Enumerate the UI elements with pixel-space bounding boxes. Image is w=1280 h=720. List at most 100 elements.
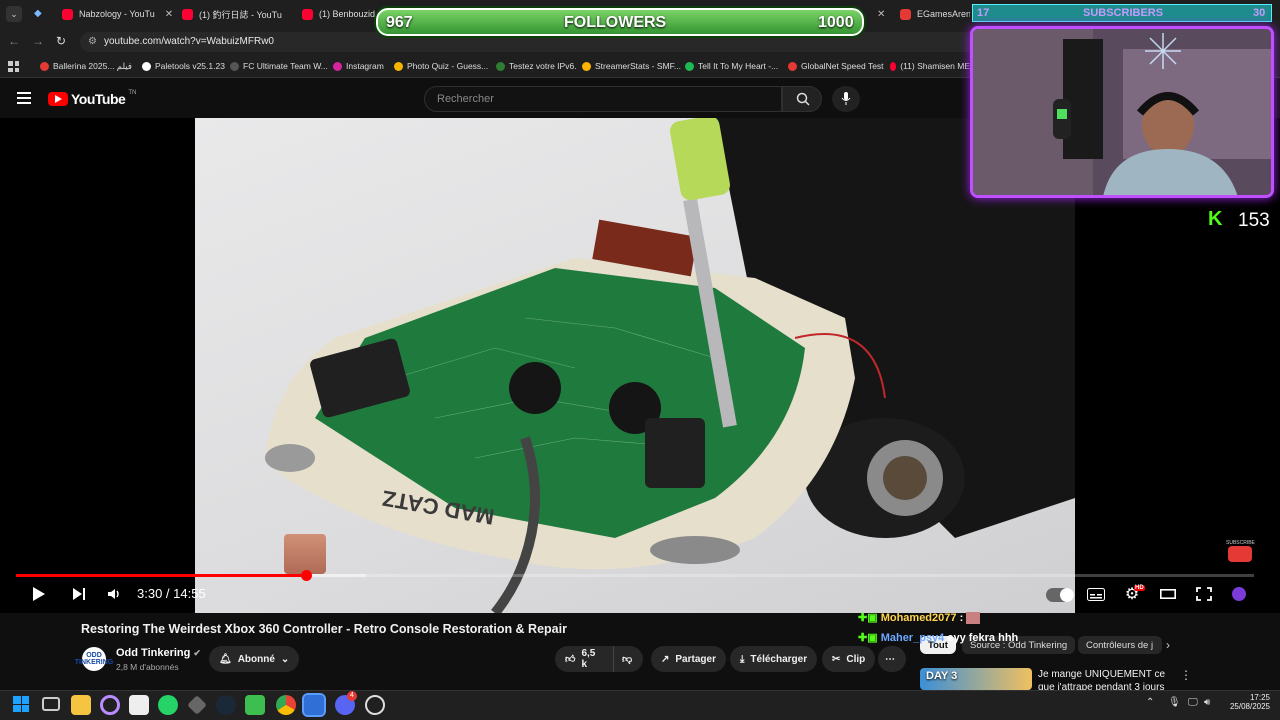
subtitles-button[interactable] bbox=[1085, 584, 1107, 604]
download-button[interactable]: ⤓ Télécharger bbox=[730, 646, 818, 672]
app-icon[interactable] bbox=[245, 695, 265, 715]
bookmark-shamisen[interactable]: (11) Shamisen ME bbox=[890, 61, 970, 71]
bookmark-ipv6-test[interactable]: Testez votre IPv6. bbox=[496, 61, 577, 71]
discord-icon[interactable]: 4 bbox=[335, 691, 357, 715]
search-button[interactable] bbox=[782, 86, 822, 112]
site-info-icon[interactable]: ⚙ bbox=[88, 36, 97, 47]
fullscreen-button[interactable] bbox=[1193, 584, 1215, 604]
followers-label: FOLLOWERS bbox=[564, 14, 667, 31]
chat-badge-icon: ✚▣ bbox=[858, 632, 878, 644]
steam-icon[interactable] bbox=[216, 695, 236, 715]
progress-scrubber-handle[interactable] bbox=[300, 570, 312, 581]
skip-next-icon bbox=[73, 588, 85, 600]
more-actions-button[interactable]: ⋯ bbox=[878, 646, 906, 672]
tab-search-button[interactable]: ⌄ bbox=[6, 6, 22, 22]
channel-avatar-text: ODD TINKERING bbox=[74, 652, 114, 666]
recommendation-title[interactable]: Je mange UNIQUEMENT ce que j'attrape pen… bbox=[1038, 668, 1174, 690]
bookmark-photo-quiz[interactable]: Photo Quiz - Guess... bbox=[394, 61, 488, 71]
next-video-button[interactable] bbox=[68, 584, 90, 604]
bookmark-instagram[interactable]: Instagram bbox=[333, 61, 384, 71]
tab-fishing-log[interactable]: (1) 釣行日誌 - YouTu ✕ bbox=[182, 4, 292, 24]
bookmark-icon bbox=[394, 61, 403, 71]
chip-controllers[interactable]: Contrôleurs de j bbox=[1078, 636, 1162, 654]
tab-benbouzid[interactable]: (1) Benbouzid tv bbox=[302, 4, 376, 24]
windows-start-icon[interactable] bbox=[13, 696, 29, 712]
dislike-button[interactable]: 👎︎ bbox=[613, 646, 643, 672]
obs-app-icon[interactable] bbox=[100, 695, 120, 715]
reload-icon[interactable]: ↻ bbox=[56, 34, 66, 48]
subscriber-count: 2,8 M d'abonnés bbox=[116, 662, 179, 672]
share-button[interactable]: ↗ Partager bbox=[651, 646, 726, 672]
volume-tray-icon[interactable]: 🔊︎ bbox=[1204, 697, 1210, 708]
tab-egamesarena[interactable]: EGamesArena bbox=[900, 4, 970, 24]
chip-label: Contrôleurs de j bbox=[1086, 639, 1154, 651]
active-app-icon[interactable] bbox=[302, 693, 326, 717]
recommendation-menu-icon[interactable]: ⋮ bbox=[1180, 668, 1192, 682]
apps-grid-icon[interactable] bbox=[8, 61, 19, 72]
close-tab-icon[interactable]: ✕ bbox=[877, 9, 885, 20]
hamburger-menu-icon[interactable] bbox=[17, 92, 31, 104]
search-input[interactable]: Rechercher bbox=[424, 86, 782, 112]
extension-button[interactable] bbox=[1228, 584, 1250, 604]
app-icon[interactable] bbox=[365, 695, 385, 715]
theater-mode-icon bbox=[1160, 589, 1176, 599]
chrome-icon[interactable] bbox=[276, 695, 296, 715]
subscribed-label: Abonné bbox=[237, 653, 275, 665]
instagram-icon bbox=[333, 61, 342, 71]
bookmark-ballerina[interactable]: Ballerina 2025... فيلم bbox=[40, 61, 132, 72]
forward-arrow-icon[interactable]: → bbox=[32, 34, 44, 48]
tray-overflow-icon[interactable]: ⌃ bbox=[1146, 697, 1154, 708]
channel-name-link[interactable]: Odd Tinkering ✔ bbox=[116, 647, 201, 659]
subscribers-goal-bar: 17 SUBSCRIBERS 30 bbox=[972, 4, 1272, 22]
tab-label: (1) 釣行日誌 - YouTu bbox=[199, 9, 282, 20]
subscribers-label: SUBSCRIBERS bbox=[1083, 7, 1164, 19]
bookmark-label: StreamerStats - SMF... bbox=[595, 61, 681, 71]
theater-mode-button[interactable] bbox=[1157, 584, 1179, 604]
whatsapp-icon[interactable] bbox=[158, 695, 178, 715]
taskbar-clock[interactable]: 17:25 25/08/2025 bbox=[1226, 693, 1270, 711]
youtube-logo[interactable]: YouTube TN bbox=[48, 90, 136, 107]
recommendation-thumbnail[interactable]: DAY 3 bbox=[920, 668, 1032, 690]
bookmark-label: Testez votre IPv6. bbox=[509, 61, 577, 71]
bookmark-streamerstats[interactable]: StreamerStats - SMF... bbox=[582, 61, 681, 71]
subscribed-button[interactable]: 🔔︎ Abonné ⌄ bbox=[209, 646, 300, 672]
network-icon[interactable]: 🖵 bbox=[1188, 697, 1198, 708]
settings-button[interactable]: ⚙ HD bbox=[1121, 584, 1145, 604]
close-tab-icon[interactable]: ✕ bbox=[165, 9, 172, 20]
play-button[interactable] bbox=[28, 584, 50, 604]
tab-nabzology[interactable]: Nabzology - YouTu ✕ bbox=[62, 4, 172, 24]
like-button[interactable]: 👍︎ 6,5 k bbox=[555, 646, 613, 672]
file-explorer-icon[interactable] bbox=[71, 695, 91, 715]
chat-username: Mohamed2077 bbox=[880, 612, 957, 624]
spotify-icon bbox=[685, 61, 694, 71]
search-placeholder: Rechercher bbox=[437, 93, 494, 105]
mute-button[interactable] bbox=[103, 584, 125, 604]
bookmark-globalnet-speed-test[interactable]: GlobalNet Speed Test bbox=[788, 61, 884, 71]
bookmark-fc-ultimate-team[interactable]: FC Ultimate Team W... bbox=[230, 61, 328, 71]
share-label: Partager bbox=[675, 653, 716, 665]
youtube-favicon-icon bbox=[182, 8, 193, 20]
autoplay-toggle[interactable] bbox=[1046, 588, 1074, 602]
microphone-tray-icon[interactable]: 🎙︎ bbox=[1168, 697, 1181, 708]
youtube-favicon-icon bbox=[62, 8, 73, 20]
bookmark-label: Instagram bbox=[346, 61, 384, 71]
thumbs-down-icon: 👎︎ bbox=[622, 654, 633, 665]
youtube-favicon-icon bbox=[302, 8, 313, 20]
app-icon[interactable] bbox=[129, 695, 149, 715]
youtube-play-logo-icon bbox=[48, 92, 68, 106]
chips-next-arrow-icon[interactable]: › bbox=[1166, 638, 1170, 652]
bookmark-paletools[interactable]: Paletools v25.1.23 bbox=[142, 61, 225, 71]
task-view-icon[interactable] bbox=[42, 697, 60, 711]
video-frame[interactable]: MAD CATZ bbox=[195, 118, 1075, 613]
subscribe-watermark-icon[interactable] bbox=[1228, 546, 1252, 562]
gem-icon[interactable]: ◆ bbox=[34, 8, 42, 19]
controller-pcb-scene: MAD CATZ bbox=[265, 118, 1075, 613]
chat-username: Maher_psy4 bbox=[880, 632, 945, 644]
back-arrow-icon[interactable]: ← bbox=[8, 34, 20, 48]
thumbs-up-icon: 👍︎ bbox=[565, 654, 576, 665]
followers-current: 967 bbox=[386, 14, 413, 31]
bookmark-tell-it-to-my-heart[interactable]: Tell It To My Heart -... bbox=[685, 61, 778, 71]
clip-button[interactable]: ✂ Clip bbox=[822, 646, 876, 672]
voice-search-button[interactable] bbox=[832, 86, 860, 112]
channel-avatar[interactable]: ODD TINKERING bbox=[75, 647, 113, 671]
